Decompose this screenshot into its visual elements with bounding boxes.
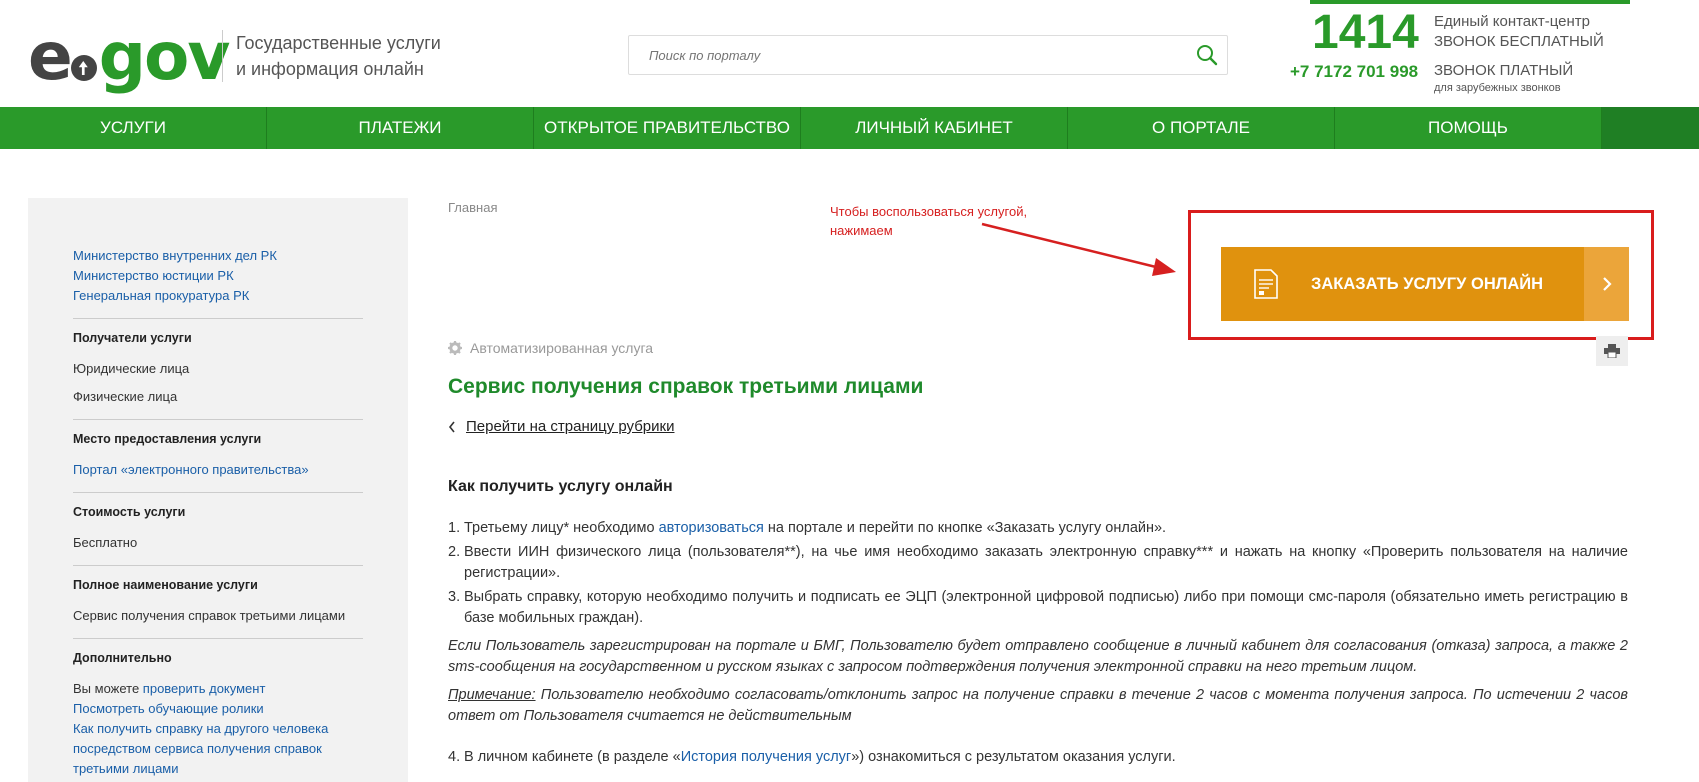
sidebar-agency-link[interactable]: Министерство внутренних дел РК [73, 246, 363, 266]
step4-text-b: ») ознакомиться с результатом оказания у… [851, 749, 1176, 765]
automated-service-text: Автоматизированная услуга [470, 340, 654, 356]
contact-phone[interactable]: +7 7172 701 998 [1290, 62, 1418, 82]
annotation-arrow-icon [981, 222, 1176, 276]
print-icon[interactable] [1596, 336, 1628, 366]
nav-item-open-government[interactable]: Открытое правительство [534, 107, 801, 149]
nav-item-help[interactable]: Помощь [1335, 107, 1602, 149]
place-heading: Место предоставления услуги [73, 432, 262, 446]
back-to-category-link[interactable]: Перейти на страницу рубрики [466, 418, 674, 435]
sidebar-divider [73, 419, 363, 420]
contact-paid-label: ЗВОНОК ПЛАТНЫЙ [1434, 62, 1574, 79]
note-text: Пользователю необходимо согласовать/откл… [448, 687, 1628, 724]
back-to-category[interactable]: Перейти на страницу рубрики [448, 418, 674, 435]
nav-end [1602, 107, 1699, 149]
instruction-step: 3. Выбрать справку, которую необходимо п… [448, 587, 1628, 629]
header: e gov Государственные услуги и информаци… [0, 0, 1699, 107]
step1-text-a: Третьему лицу* необходимо [464, 520, 659, 536]
breadcrumb[interactable]: Главная [448, 200, 497, 215]
contact-short-number[interactable]: 1414 [1312, 6, 1419, 60]
extra-prefix: Вы можете [73, 681, 143, 696]
nav-item-payments[interactable]: Платежи [267, 107, 534, 149]
sidebar-agency-link[interactable]: Генеральная прокуратура РК [73, 286, 363, 306]
step-number: 3. [448, 589, 461, 605]
cost-heading: Стоимость услуги [73, 505, 186, 519]
sidebar-divider [73, 638, 363, 639]
sidebar-agency-link[interactable]: Министерство юстиции РК [73, 266, 363, 286]
contact-short-desc: Единый контакт-центр ЗВОНОК БЕСПЛАТНЫЙ [1434, 12, 1604, 52]
recipients-heading: Получатели услуги [73, 331, 192, 345]
training-videos-link[interactable]: Посмотреть обучающие ролики [73, 699, 363, 719]
place-value-link[interactable]: Портал «электронного правительства» [73, 460, 363, 480]
step-text: Третьему лицу* необходимо авторизоваться… [464, 518, 1166, 539]
contact-desc-line2: ЗВОНОК БЕСПЛАТНЫЙ [1434, 33, 1604, 50]
order-button-label: Заказать услугу онлайн [1311, 274, 1544, 293]
nav-item-services[interactable]: Услуги [0, 107, 267, 149]
chevron-right-icon [1584, 247, 1629, 321]
search-icon[interactable] [1187, 36, 1227, 74]
step-text: В личном кабинете (в разделе «История по… [464, 747, 1176, 768]
tagline-line1: Государственные услуги [236, 33, 441, 53]
how-to-heading: Как получить услугу онлайн [448, 478, 673, 495]
automated-service-label: Автоматизированная услуга [448, 340, 653, 356]
site-tagline: Государственные услуги и информация онла… [236, 30, 441, 82]
document-icon [1221, 247, 1311, 321]
step1-text-b: на портале и перейти по кнопке «Заказать… [763, 520, 1167, 536]
sidebar-divider [73, 318, 363, 319]
order-service-online-button[interactable]: Заказать услугу онлайн [1221, 247, 1629, 321]
logo-divider [222, 30, 223, 82]
contact-desc-line1: Единый контакт-центр [1434, 13, 1591, 30]
service-sidebar: Министерство внутренних дел РК Министерс… [28, 198, 408, 782]
chevron-left-icon [448, 421, 455, 432]
gear-icon [448, 341, 462, 355]
cost-value: Бесплатно [73, 535, 138, 550]
sidebar-divider [73, 492, 363, 493]
extra-heading: Дополнительно [73, 651, 172, 665]
contact-paid-note: для зарубежных звонков [1434, 82, 1561, 94]
search-input[interactable] [629, 36, 1187, 74]
fullname-heading: Полное наименование услуги [73, 578, 258, 592]
tagline-line2: и информация онлайн [236, 59, 424, 79]
step-number: 2. [448, 544, 461, 560]
main-nav: Услуги Платежи Открытое правительство Ли… [0, 107, 1699, 149]
step-number: 4. [448, 749, 461, 765]
howto-third-party-link[interactable]: Как получить справку на другого человека… [73, 719, 363, 779]
contact-topbar [1310, 0, 1630, 4]
egov-logo[interactable]: e gov [28, 18, 231, 95]
step-text: Выбрать справку, которую необходимо полу… [464, 589, 1628, 626]
logo-arrow-icon [70, 55, 97, 81]
annotation-line1: Чтобы воспользоваться услугой, [830, 204, 1028, 219]
step-text: Ввести ИИН физического лица (пользовател… [464, 544, 1628, 581]
recipient-item: Юридические лица [73, 361, 190, 376]
fullname-value: Сервис получения справок третьими лицами [73, 608, 346, 623]
instruction-step: 4. В личном кабинете (в разделе «История… [448, 747, 1628, 768]
nav-item-about[interactable]: О портале [1068, 107, 1335, 149]
instructions: 1. Третьему лицу* необходимо авторизоват… [448, 518, 1628, 768]
search-box [628, 35, 1228, 75]
page-title: Сервис получения справок третьими лицами [448, 375, 924, 398]
logo-e: e [28, 18, 73, 95]
nav-item-personal-account[interactable]: Личный кабинет [801, 107, 1068, 149]
approval-note: Примечание: Пользователю необходимо согл… [448, 685, 1628, 727]
registration-note: Если Пользователь зарегистрирован на пор… [448, 638, 1628, 675]
logo-gov: gov [98, 18, 231, 95]
step4-text-a: В личном кабинете (в разделе « [464, 749, 681, 765]
sidebar-divider [73, 565, 363, 566]
service-history-link[interactable]: История получения услуг [681, 749, 852, 765]
authorize-link[interactable]: авторизоваться [659, 520, 764, 536]
check-document-link[interactable]: проверить документ [143, 681, 266, 696]
instruction-step: 2. Ввести ИИН физического лица (пользова… [448, 542, 1628, 584]
instruction-step: 1. Третьему лицу* необходимо авторизоват… [448, 518, 1628, 539]
note-label: Примечание: [448, 687, 536, 703]
step-number: 1. [448, 520, 461, 536]
recipient-item: Физические лица [73, 389, 178, 404]
extra-check-line: Вы можете проверить документ [73, 679, 363, 699]
